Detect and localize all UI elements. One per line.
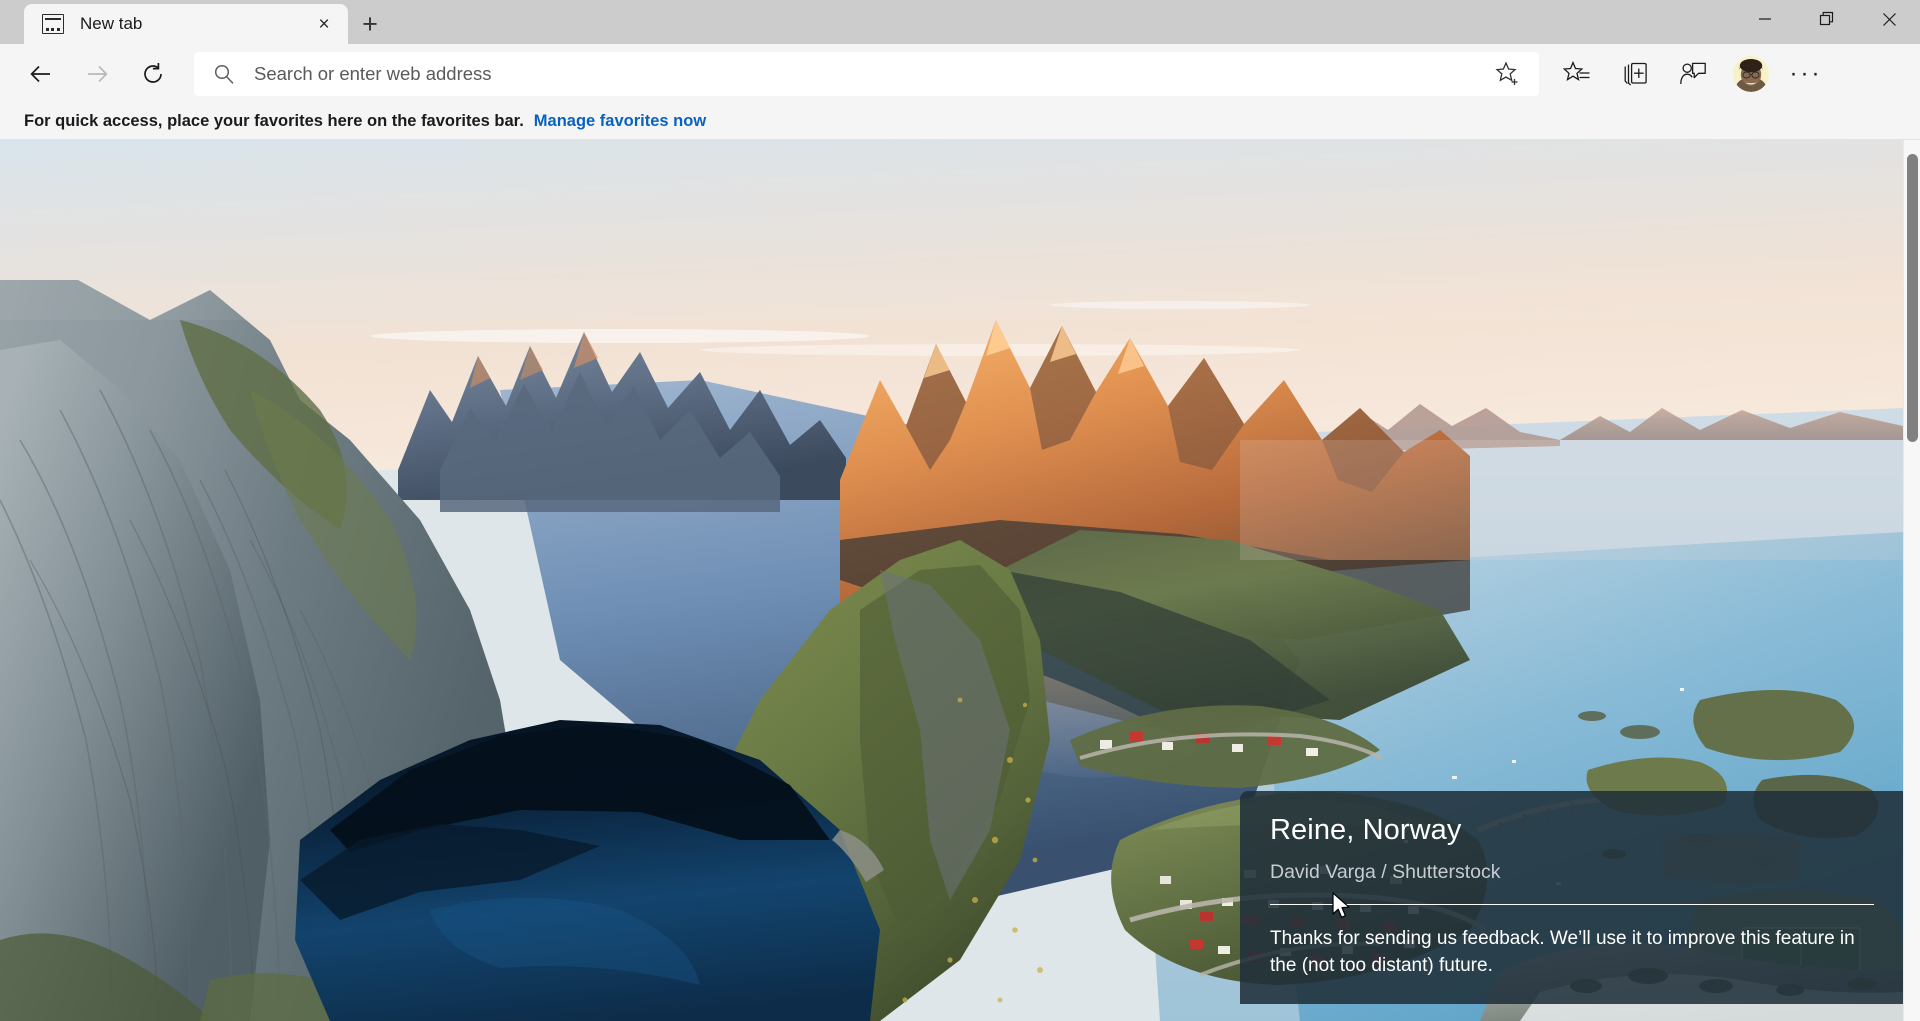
browser-toolbar: Search or enter web address ··· xyxy=(0,44,1920,104)
tab-strip: New tab × + xyxy=(0,0,392,44)
page-scrollbar-track[interactable] xyxy=(1903,140,1920,1021)
address-bar[interactable]: Search or enter web address xyxy=(194,52,1539,96)
favorites-bar: For quick access, place your favorites h… xyxy=(0,104,1920,140)
add-favorite-icon[interactable] xyxy=(1491,57,1525,91)
settings-and-more-button[interactable]: ··· xyxy=(1781,51,1831,97)
refresh-button[interactable] xyxy=(130,51,176,97)
card-divider xyxy=(1270,903,1874,905)
maximize-restore-button[interactable] xyxy=(1796,0,1858,38)
profile-avatar[interactable] xyxy=(1733,56,1769,92)
image-title: Reine, Norway xyxy=(1270,814,1462,846)
feedback-thanks-message: Thanks for sending us feedback. We’ll us… xyxy=(1270,927,1855,977)
back-button[interactable] xyxy=(18,51,64,97)
new-tab-page-icon xyxy=(42,13,64,35)
image-credit: David Varga / Shutterstock xyxy=(1270,860,1501,883)
search-icon xyxy=(212,62,236,86)
browser-tab[interactable]: New tab × xyxy=(24,4,348,44)
favorites-bar-prompt: For quick access, place your favorites h… xyxy=(24,112,524,130)
minimize-button[interactable] xyxy=(1734,0,1796,38)
new-tab-button[interactable]: + xyxy=(348,4,392,44)
forward-button[interactable] xyxy=(74,51,120,97)
tab-title: New tab xyxy=(80,14,143,33)
address-bar-input[interactable]: Search or enter web address xyxy=(254,63,1491,85)
send-feedback-icon[interactable] xyxy=(1667,51,1719,97)
window-controls xyxy=(1734,0,1920,38)
page-scrollbar-thumb[interactable] xyxy=(1907,154,1918,442)
image-info-card: Reine, Norway David Varga / Shutterstock… xyxy=(1240,791,1903,1004)
new-tab-page-content: Reine, Norway David Varga / Shutterstock… xyxy=(0,140,1920,1021)
favorites-list-icon[interactable] xyxy=(1551,51,1603,97)
manage-favorites-link[interactable]: Manage favorites now xyxy=(534,112,706,131)
title-bar: New tab × + xyxy=(0,0,1920,44)
collections-icon[interactable] xyxy=(1609,51,1661,97)
close-window-button[interactable] xyxy=(1858,0,1920,38)
close-tab-icon[interactable]: × xyxy=(310,10,338,38)
